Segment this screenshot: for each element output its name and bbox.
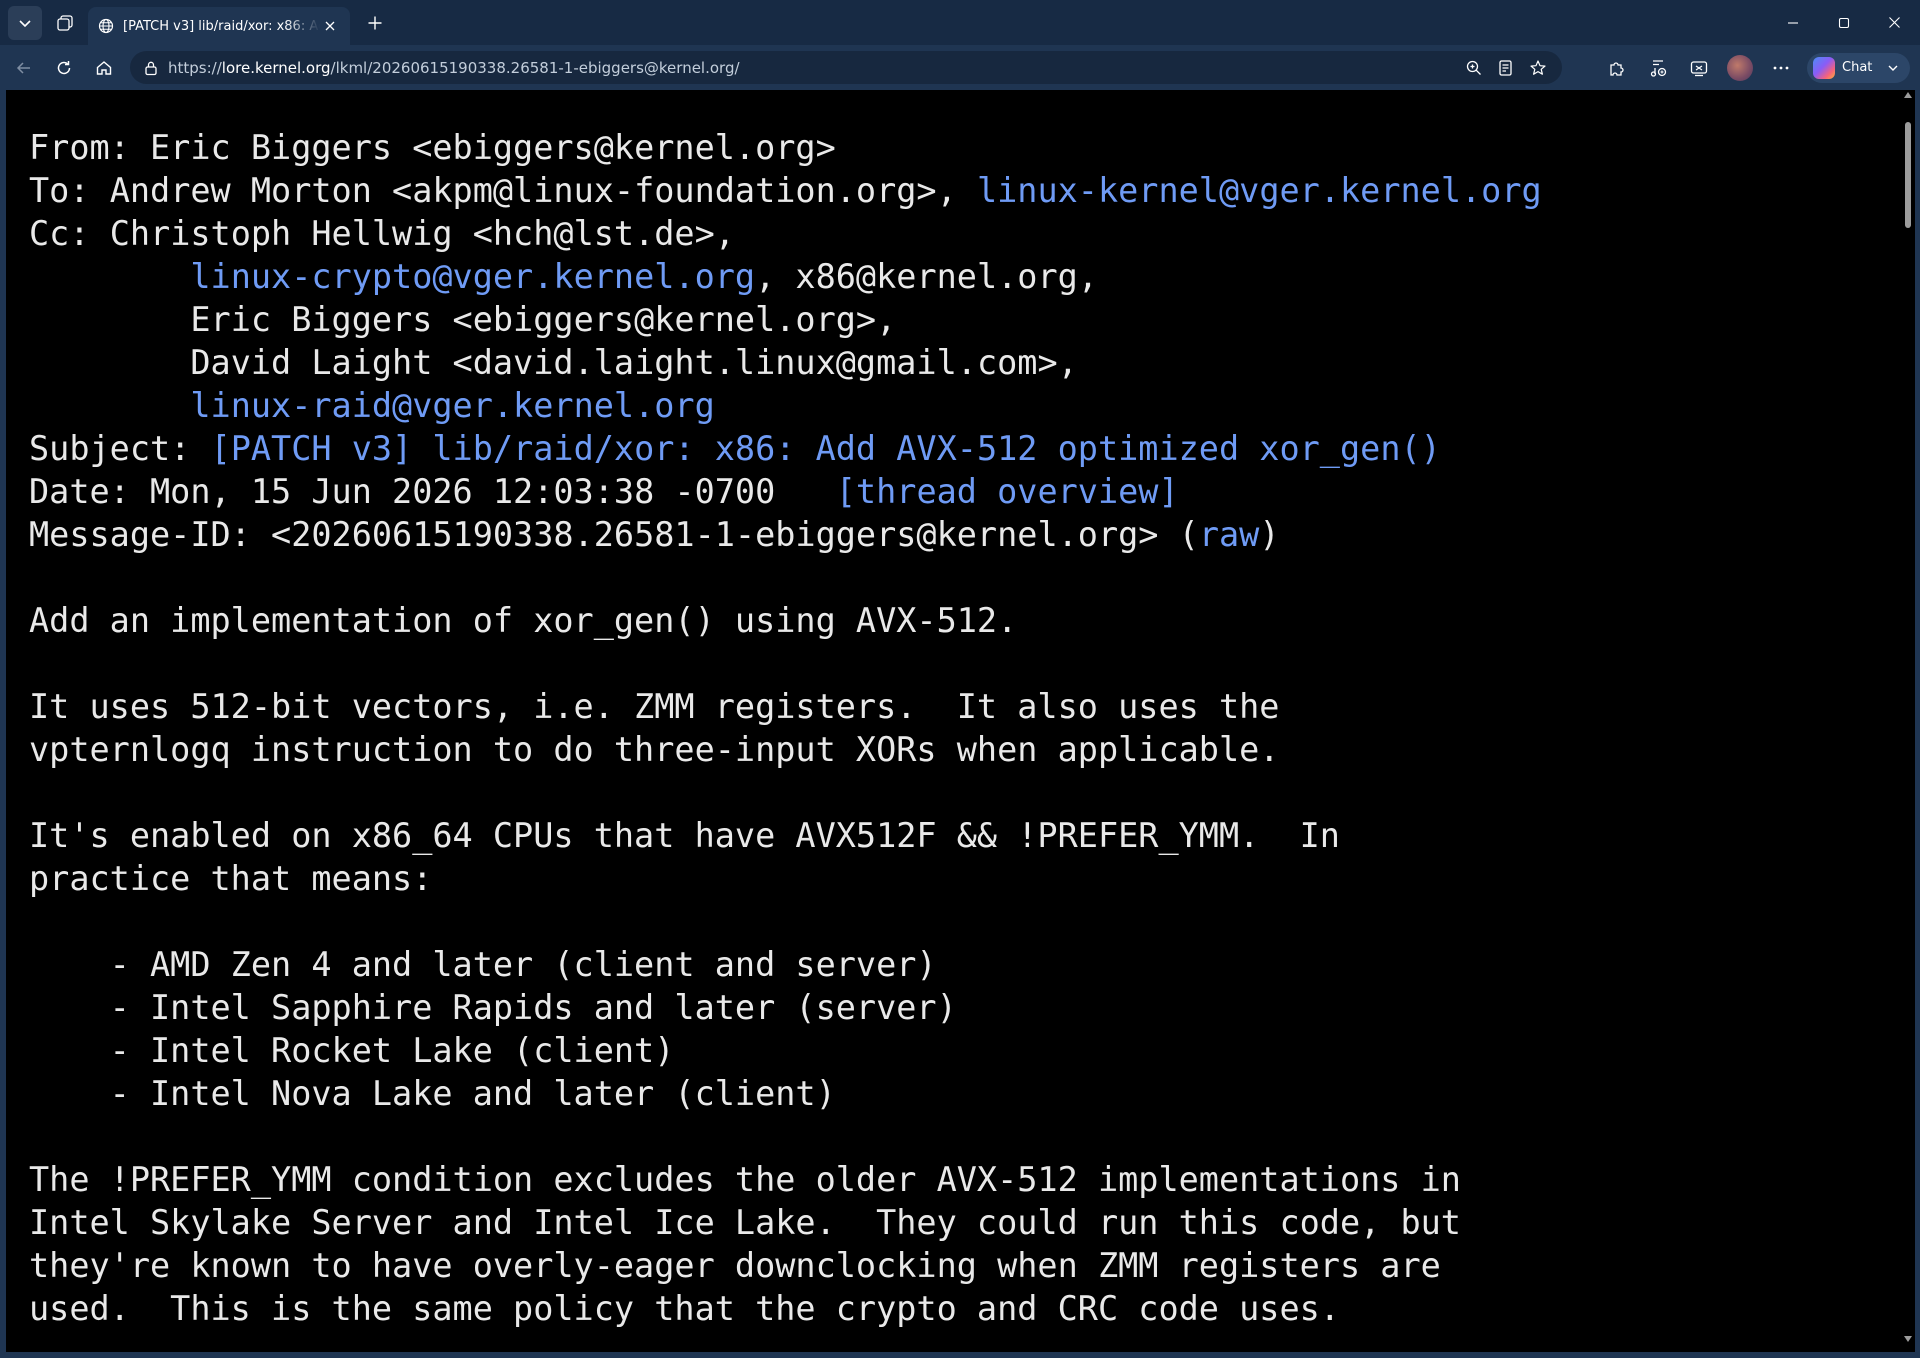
copilot-chat-button[interactable]: Chat [1807,52,1911,83]
cc-label: Cc: [29,214,90,253]
address-bar[interactable]: https://lore.kernel.org/lkml/20260615190… [130,51,1562,84]
workspaces-button[interactable] [48,6,82,40]
extensions-button[interactable] [1596,45,1637,90]
maximize-button[interactable] [1818,0,1869,45]
url-host: lore.kernel.org [221,58,331,77]
window-controls [1767,0,1920,45]
tab-strip: [PATCH v3] lib/raid/xor: x86: Add AVX-51… [0,0,1920,45]
chat-label: Chat [1842,60,1873,75]
browser-toolbar: https://lore.kernel.org/lkml/20260615190… [0,45,1920,90]
body-line: - AMD Zen 4 and later (client and server… [29,945,937,984]
music-icon [1648,58,1668,78]
reading-view-button[interactable] [1490,51,1522,84]
puzzle-icon [1607,58,1627,78]
date-label: Date: [29,472,130,511]
raw-paren-close: ) [1259,515,1280,554]
vertical-scrollbar[interactable] [1901,90,1915,1352]
raw-paren-open: ( [1178,515,1199,554]
body-line: used. This is the same policy that the c… [29,1289,1340,1328]
url-prefix: https:// [168,58,222,77]
body-line: practice that means: [29,859,433,898]
arrow-left-icon [15,59,33,77]
globe-icon [98,18,114,34]
cc-link-raid[interactable]: linux-raid@vger.kernel.org [190,386,714,425]
body-line: It uses 512-bit vectors, i.e. ZMM regist… [29,687,1280,726]
screenshot-icon [1689,58,1709,78]
tab-title: [PATCH v3] lib/raid/xor: x86: Add AVX-51… [123,18,320,34]
to-label: To: [29,171,90,210]
tab-close-button[interactable] [320,16,340,36]
tab-actions-button[interactable] [8,5,42,40]
scroll-down-arrow[interactable] [1904,1336,1912,1346]
more-icon [1772,65,1790,71]
cc-value: Christoph Hellwig <hch@lst.de>, [109,214,735,253]
subject-link[interactable]: [PATCH v3] lib/raid/xor: x86: Add AVX-51… [211,429,1441,468]
body-line: - Intel Nova Lake and later (client) [29,1074,836,1113]
thread-overview-link[interactable]: [thread overview] [836,472,1179,511]
plus-icon [367,15,383,31]
subject-label: Subject: [29,429,191,468]
screenshot-button[interactable] [1678,45,1719,90]
body-line: - Intel Sapphire Rapids and later (serve… [29,988,957,1027]
url-path: /lkml/20260615190338.26581-1-ebiggers@ke… [330,58,740,77]
body-line: The !PREFER_YMM condition excludes the o… [29,1160,1461,1199]
maximize-icon [1838,17,1850,29]
to-link[interactable]: linux-kernel@vger.kernel.org [977,171,1542,210]
lock-icon [144,60,158,76]
star-icon [1529,59,1547,77]
close-icon [1888,16,1901,29]
window-frame-bottom [0,1352,1920,1358]
scroll-up-arrow[interactable] [1904,92,1912,102]
body-line: Add an implementation of xor_gen() using… [29,601,1018,640]
body-line: It's enabled on x86_64 CPUs that have AV… [29,816,1340,855]
media-button[interactable] [1637,45,1678,90]
site-info-button[interactable] [138,55,164,81]
zoom-icon [1465,59,1483,77]
minimize-button[interactable] [1767,0,1818,45]
body-line: vpternlogq instruction to do three-input… [29,730,1280,769]
chevron-down-icon [18,16,32,30]
to-value: Andrew Morton <akpm@linux-foundation.org… [109,171,957,210]
message-id-label: Message-ID: [29,515,251,554]
cc-line2-rest: , x86@kernel.org, [755,257,1098,296]
body-line: Intel Skylake Server and Intel Ice Lake.… [29,1203,1461,1242]
refresh-icon [55,59,73,77]
reader-icon [1497,59,1515,77]
address-bar-actions [1458,51,1554,84]
copilot-icon [1813,56,1835,79]
message-id-value: <20260615190338.26581-1-ebiggers@kernel.… [271,515,1159,554]
more-menu-button[interactable] [1760,45,1801,90]
page-content: From: Eric Biggers <ebiggers@kernel.org>… [6,90,1903,1352]
minimize-icon [1787,17,1799,29]
window-frame-right [1915,90,1920,1358]
avatar [1726,54,1753,81]
profile-button[interactable] [1719,45,1760,90]
cc-line3: Eric Biggers <ebiggers@kernel.org>, [190,300,897,339]
back-button[interactable] [4,50,44,86]
body-line: they're known to have overly-eager downc… [29,1246,1441,1285]
raw-link[interactable]: raw [1199,515,1260,554]
new-tab-button[interactable] [358,6,392,40]
cc-line4: David Laight <david.laight.linux@gmail.c… [190,343,1078,382]
cc-link-crypto[interactable]: linux-crypto@vger.kernel.org [190,257,755,296]
chevron-down-icon [1886,61,1900,75]
close-window-button[interactable] [1869,0,1920,45]
tab-stack-icon [56,14,74,32]
from-value: Eric Biggers <ebiggers@kernel.org> [150,128,836,167]
url-text[interactable]: https://lore.kernel.org/lkml/20260615190… [168,59,740,77]
body-line: - Intel Rocket Lake (client) [29,1031,675,1070]
home-button[interactable] [84,50,124,86]
zoom-button[interactable] [1458,51,1490,84]
from-label: From: [29,128,130,167]
favorite-button[interactable] [1522,51,1554,84]
email-message: From: Eric Biggers <ebiggers@kernel.org>… [6,90,1903,1330]
active-tab[interactable]: [PATCH v3] lib/raid/xor: x86: Add AVX-51… [88,7,350,45]
close-icon [324,20,336,32]
refresh-button[interactable] [44,50,84,86]
home-icon [95,59,113,77]
date-value: Mon, 15 Jun 2026 12:03:38 -0700 [150,472,776,511]
toolbar-right: Chat [1596,45,1911,90]
scrollbar-thumb[interactable] [1905,122,1911,228]
